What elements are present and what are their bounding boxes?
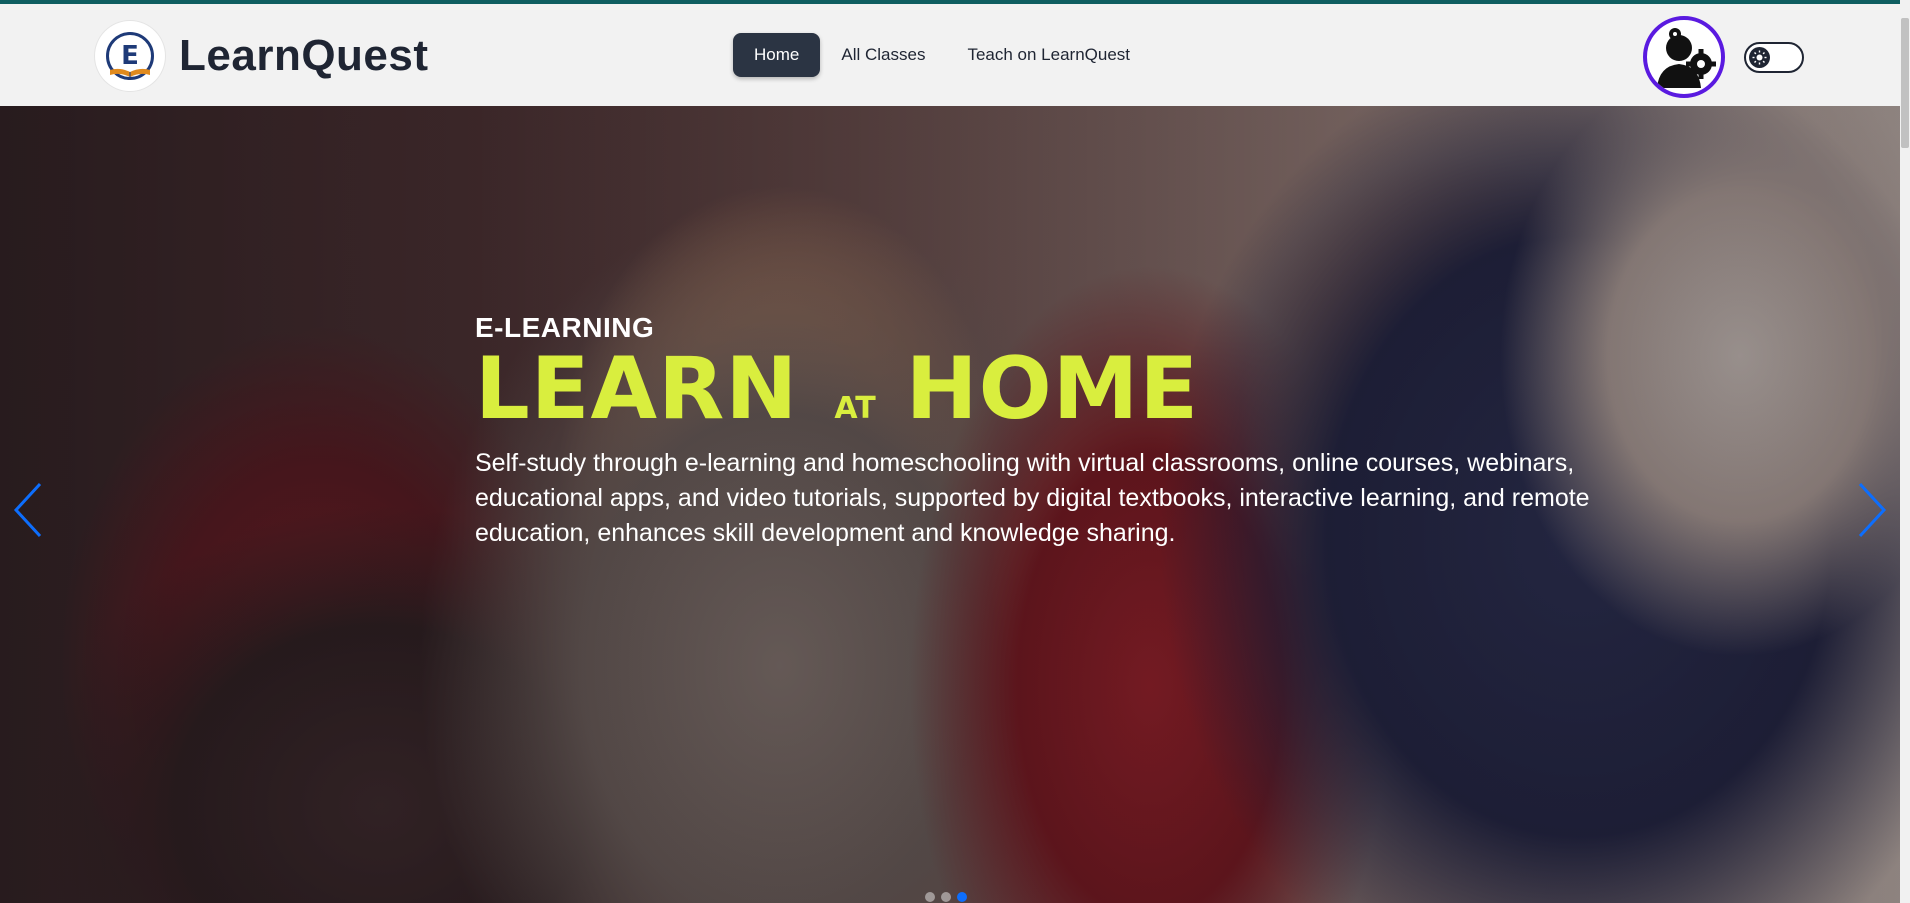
brand[interactable]: E LearnQuest bbox=[95, 20, 429, 92]
hero-title: LEARN AT HOME bbox=[475, 346, 1635, 432]
nav-all-classes[interactable]: All Classes bbox=[820, 33, 946, 77]
hero-caption: E-LEARNING LEARN AT HOME Self-study thro… bbox=[475, 312, 1635, 551]
hero-title-at: AT bbox=[834, 391, 876, 426]
scrollbar[interactable] bbox=[1900, 0, 1910, 903]
main-nav: Home All Classes Teach on LearnQuest bbox=[733, 33, 1151, 77]
carousel-indicator[interactable] bbox=[941, 892, 951, 902]
user-avatar[interactable] bbox=[1643, 16, 1725, 98]
theme-toggle[interactable] bbox=[1744, 42, 1804, 73]
brand-name: LearnQuest bbox=[179, 31, 429, 80]
nav-home[interactable]: Home bbox=[733, 33, 821, 77]
nav-teach[interactable]: Teach on LearnQuest bbox=[946, 33, 1151, 77]
navbar: E LearnQuest Home All Classes Teach on L… bbox=[0, 4, 1900, 106]
carousel-prev-button[interactable] bbox=[12, 480, 46, 540]
hero-title-home: HOME bbox=[905, 339, 1200, 439]
chevron-right-icon bbox=[1858, 482, 1887, 538]
carousel-indicator[interactable] bbox=[925, 892, 935, 902]
hero-carousel: E-LEARNING LEARN AT HOME Self-study thro… bbox=[0, 106, 1900, 903]
user-gear-icon bbox=[1657, 28, 1716, 88]
book-logo-icon: E bbox=[95, 21, 165, 91]
hero-title-learn: LEARN bbox=[475, 339, 799, 439]
carousel-indicators bbox=[925, 892, 967, 902]
scrollbar-thumb[interactable] bbox=[1901, 18, 1909, 148]
carousel-next-button[interactable] bbox=[1854, 480, 1888, 540]
open-book-icon bbox=[110, 68, 150, 77]
carousel-indicator-active[interactable] bbox=[957, 892, 967, 902]
chevron-left-icon bbox=[13, 482, 42, 538]
hero-description: Self-study through e-learning and homesc… bbox=[475, 449, 1590, 547]
sun-icon bbox=[1749, 47, 1770, 68]
